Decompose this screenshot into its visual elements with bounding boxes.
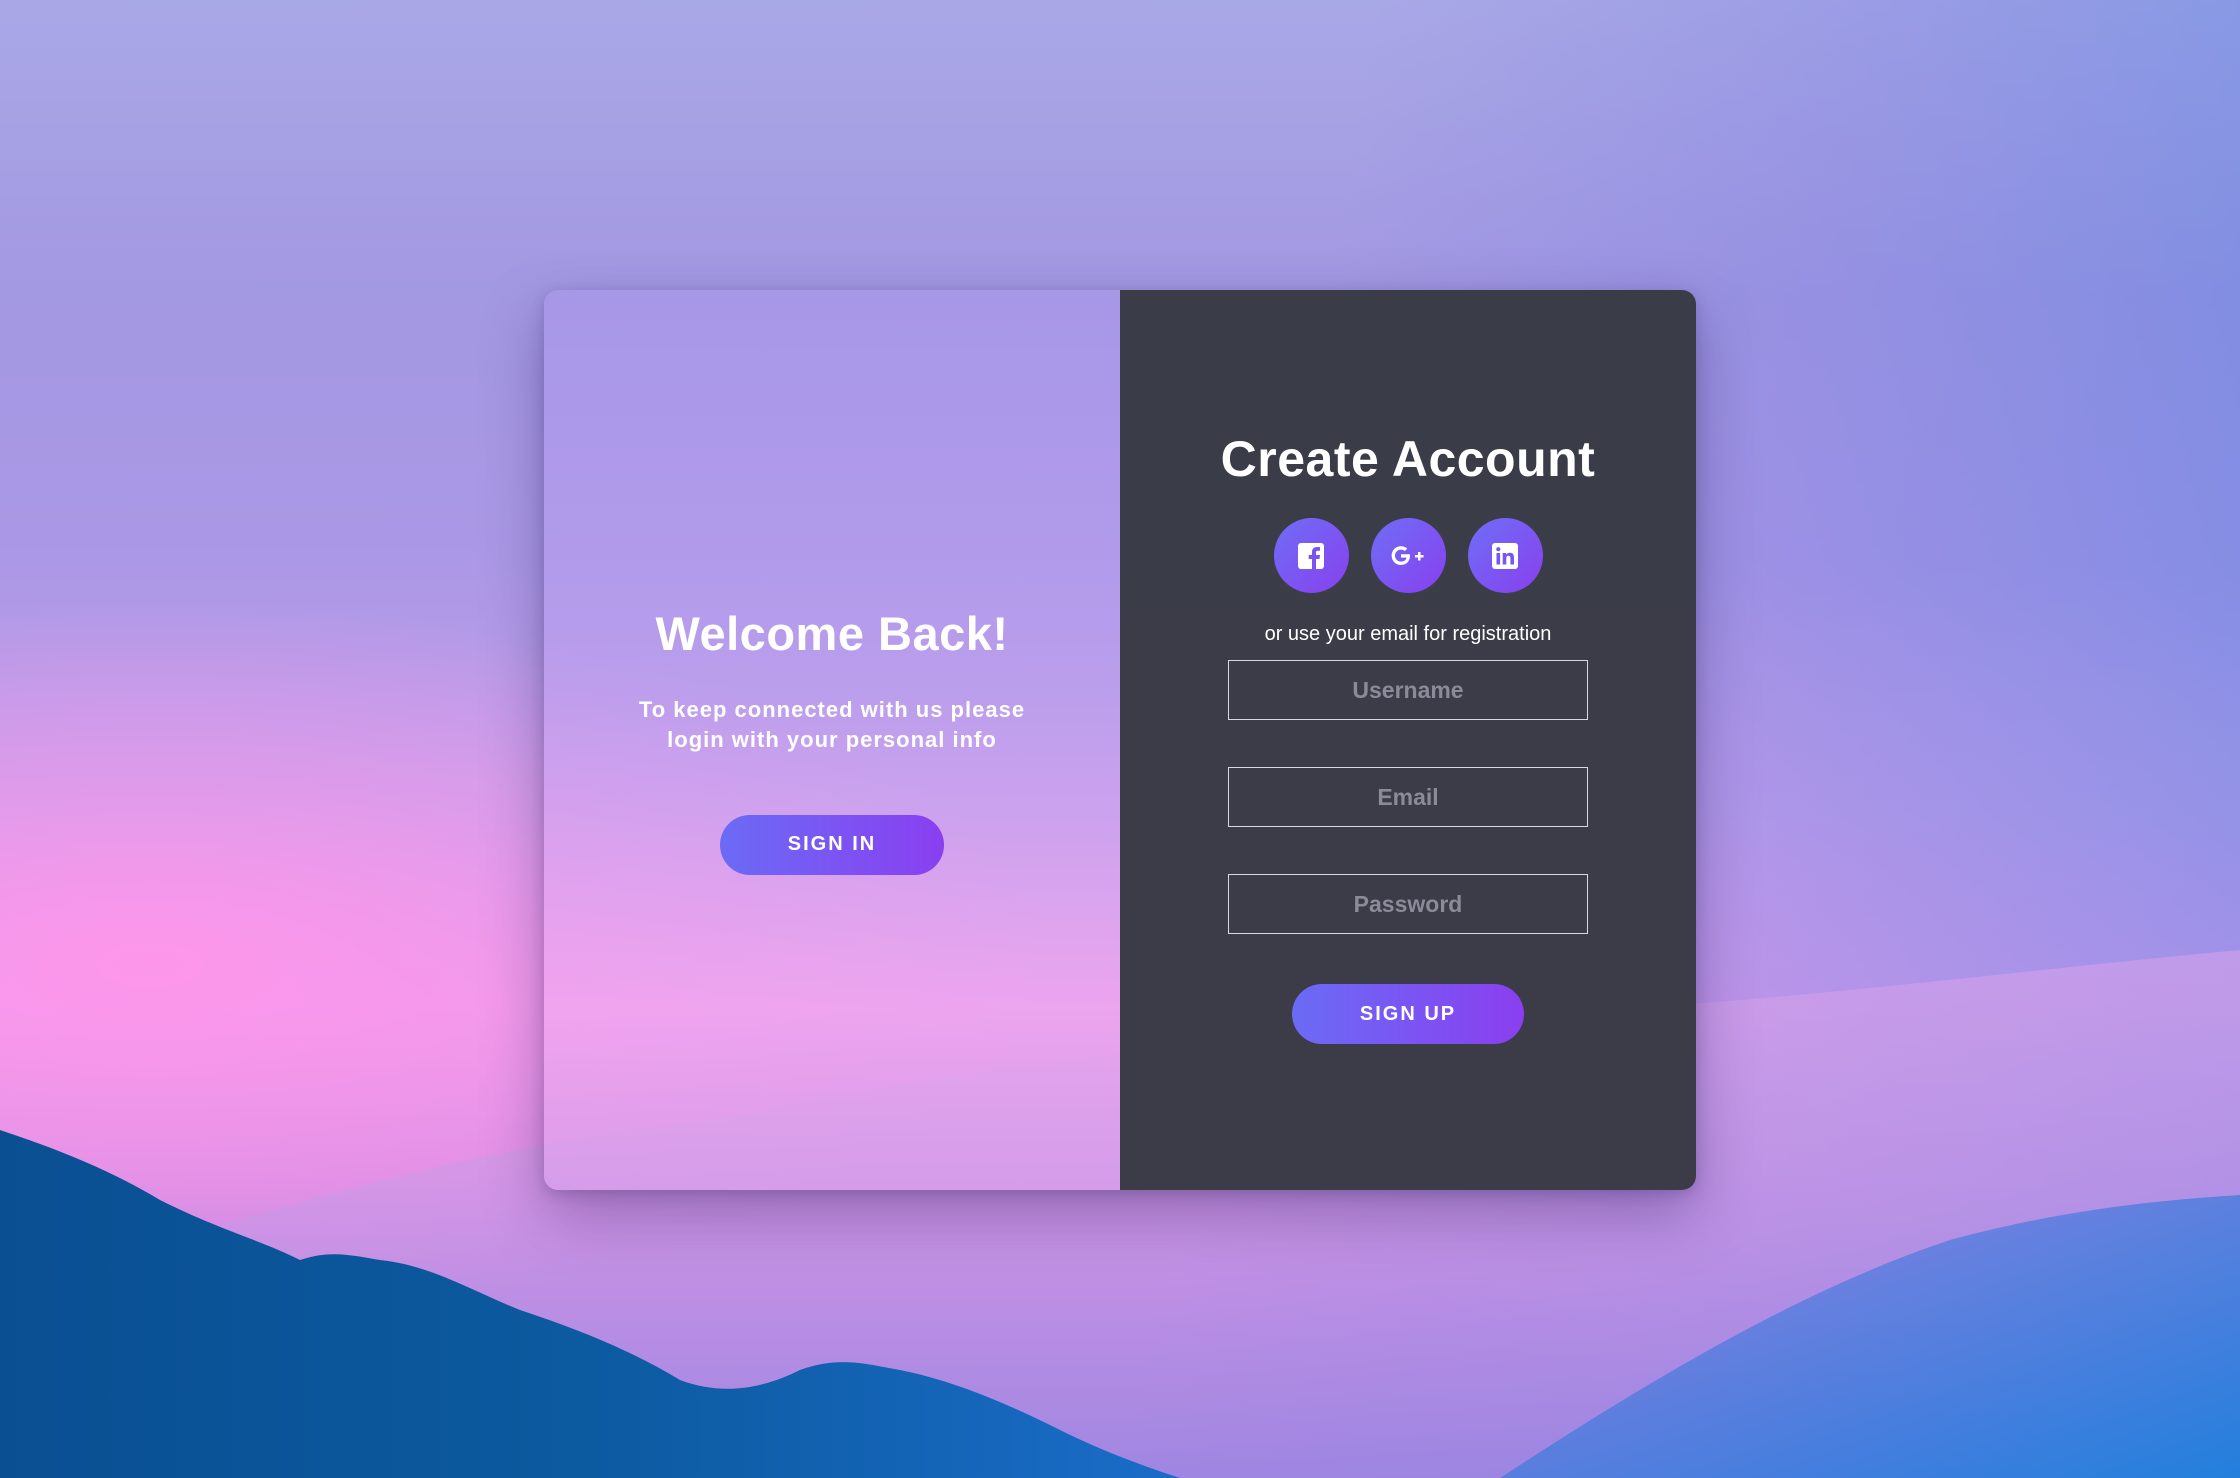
- linkedin-icon: [1492, 542, 1518, 569]
- sign-in-button[interactable]: SIGN IN: [720, 814, 944, 875]
- registration-hint: or use your email for registration: [1264, 623, 1552, 645]
- facebook-icon: [1298, 542, 1324, 570]
- google-plus-icon: [1391, 545, 1424, 565]
- password-field[interactable]: [1228, 874, 1588, 934]
- create-account-title: Create Account: [1220, 431, 1596, 487]
- create-account-panel: Create Account or use your email for reg…: [1120, 290, 1696, 1190]
- welcome-panel: Welcome Back! To keep connected with us …: [544, 290, 1120, 1190]
- welcome-subtitle: To keep connected with us please login w…: [638, 696, 1026, 752]
- username-field[interactable]: [1228, 660, 1588, 720]
- background-scene: Welcome Back! To keep connected with us …: [0, 0, 2240, 1478]
- google-plus-button[interactable]: [1370, 518, 1446, 593]
- facebook-button[interactable]: [1273, 518, 1349, 593]
- social-buttons: [1273, 518, 1543, 593]
- welcome-title: Welcome Back!: [655, 606, 1009, 660]
- sign-up-button[interactable]: SIGN UP: [1292, 984, 1524, 1044]
- email-field[interactable]: [1228, 767, 1588, 827]
- auth-card: Welcome Back! To keep connected with us …: [544, 290, 1696, 1190]
- linkedin-button[interactable]: [1467, 518, 1543, 593]
